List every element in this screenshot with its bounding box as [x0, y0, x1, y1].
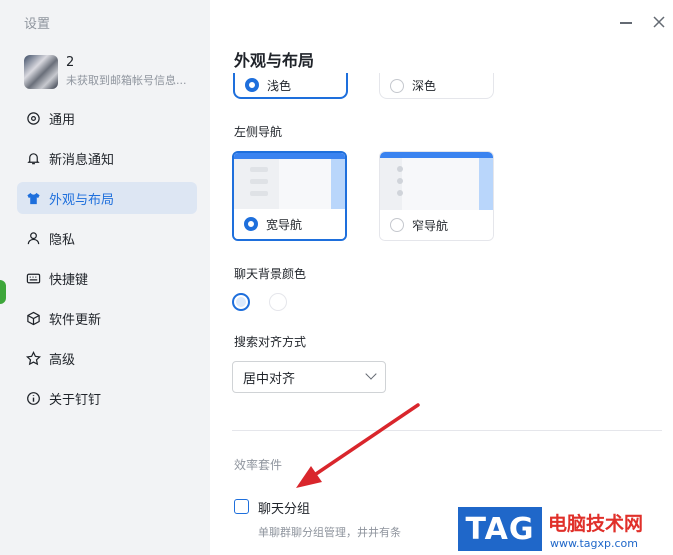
settings-nav: 通用 新消息通知 外观与布局 隐私 快捷键 软件更新 高级 关于钉钉	[17, 102, 197, 422]
gear-icon	[25, 110, 41, 126]
chat-group-checkbox[interactable]	[234, 499, 249, 514]
sidebar-item-appearance[interactable]: 外观与布局	[17, 182, 197, 214]
shirt-icon	[25, 190, 41, 206]
sidebar-item-advanced[interactable]: 高级	[17, 342, 197, 374]
theme-dark-option[interactable]: 深色	[379, 73, 494, 99]
divider	[232, 430, 662, 431]
sidebar-item-general[interactable]: 通用	[17, 102, 197, 134]
narrow-nav-label: 窄导航	[412, 218, 449, 233]
bell-icon	[25, 150, 41, 166]
sidebar-item-label: 软件更新	[49, 312, 102, 328]
wide-nav-option[interactable]: 宽导航	[232, 151, 347, 241]
star-icon	[25, 350, 41, 366]
close-icon	[653, 16, 665, 28]
theme-light-option[interactable]: 浅色	[233, 73, 348, 99]
chevron-down-icon	[365, 368, 377, 380]
sidebar: 设置 2 未获取到邮箱帐号信息... 通用 新消息通知 外观与布局 隐私 快捷键…	[0, 0, 210, 555]
narrow-nav-footer: 窄导航	[380, 210, 493, 240]
sidebar-item-label: 外观与布局	[49, 192, 115, 208]
watermark-tag-logo: TAG	[458, 507, 542, 551]
profile[interactable]: 2 未获取到邮箱帐号信息...	[24, 55, 204, 89]
radio-narrow-nav[interactable]	[390, 218, 404, 232]
theme-light-label: 浅色	[267, 78, 292, 93]
efficiency-suite-title: 效率套件	[234, 458, 283, 472]
watermark-site-name: 电脑技术网	[548, 513, 644, 535]
close-button[interactable]	[651, 14, 667, 30]
sidebar-item-shortcuts[interactable]: 快捷键	[17, 262, 197, 294]
avatar[interactable]	[24, 55, 58, 89]
chat-bg-color-blue[interactable]	[232, 293, 250, 311]
sidebar-item-about[interactable]: 关于钉钉	[17, 382, 197, 414]
profile-subtitle: 未获取到邮箱帐号信息...	[66, 74, 187, 87]
wide-nav-footer: 宽导航	[234, 209, 345, 239]
page-title: 外观与布局	[234, 51, 315, 70]
chat-bg-color-white[interactable]	[269, 293, 287, 311]
search-align-value: 居中对齐	[243, 371, 296, 387]
person-icon	[25, 230, 41, 246]
narrow-nav-preview	[380, 152, 493, 210]
sidebar-item-label: 新消息通知	[49, 152, 115, 168]
keyboard-icon	[25, 270, 41, 286]
cube-icon	[25, 310, 41, 326]
wide-nav-label: 宽导航	[266, 217, 303, 232]
main-panel: 外观与布局 浅色 深色 左侧导航 宽导航 窄导航 聊天背景颜色 搜索对齐方式 居…	[210, 0, 673, 555]
minimize-button[interactable]	[618, 14, 634, 30]
sidebar-item-label: 隐私	[49, 232, 76, 248]
sidebar-item-label: 快捷键	[49, 272, 89, 288]
wide-nav-preview	[234, 153, 345, 211]
search-align-select[interactable]: 居中对齐	[232, 361, 386, 393]
sidebar-item-privacy[interactable]: 隐私	[17, 222, 197, 254]
watermark: TAG 电脑技术网 www.tagxp.com	[458, 505, 668, 553]
theme-dark-label: 深色	[412, 79, 437, 93]
search-align-label: 搜索对齐方式	[234, 335, 307, 349]
left-nav-label: 左侧导航	[234, 125, 283, 139]
sidebar-item-notifications[interactable]: 新消息通知	[17, 142, 197, 174]
chat-group-label[interactable]: 聊天分组	[258, 498, 310, 517]
narrow-nav-option[interactable]: 窄导航	[379, 151, 494, 241]
chat-bg-label: 聊天背景颜色	[234, 267, 307, 281]
sidebar-item-updates[interactable]: 软件更新	[17, 302, 197, 334]
chat-group-description: 单聊群聊分组管理，井井有条	[258, 526, 401, 539]
sidebar-item-label: 关于钉钉	[49, 392, 102, 408]
settings-title: 设置	[24, 17, 51, 32]
floating-edge-tab[interactable]	[0, 280, 6, 304]
info-icon	[25, 390, 41, 406]
radio-wide-nav[interactable]	[244, 217, 258, 231]
sidebar-item-label: 通用	[49, 112, 76, 128]
profile-name: 2	[66, 55, 75, 70]
watermark-url: www.tagxp.com	[550, 537, 638, 550]
radio-light[interactable]	[245, 78, 259, 92]
sidebar-item-label: 高级	[49, 352, 76, 368]
radio-dark[interactable]	[390, 78, 404, 93]
